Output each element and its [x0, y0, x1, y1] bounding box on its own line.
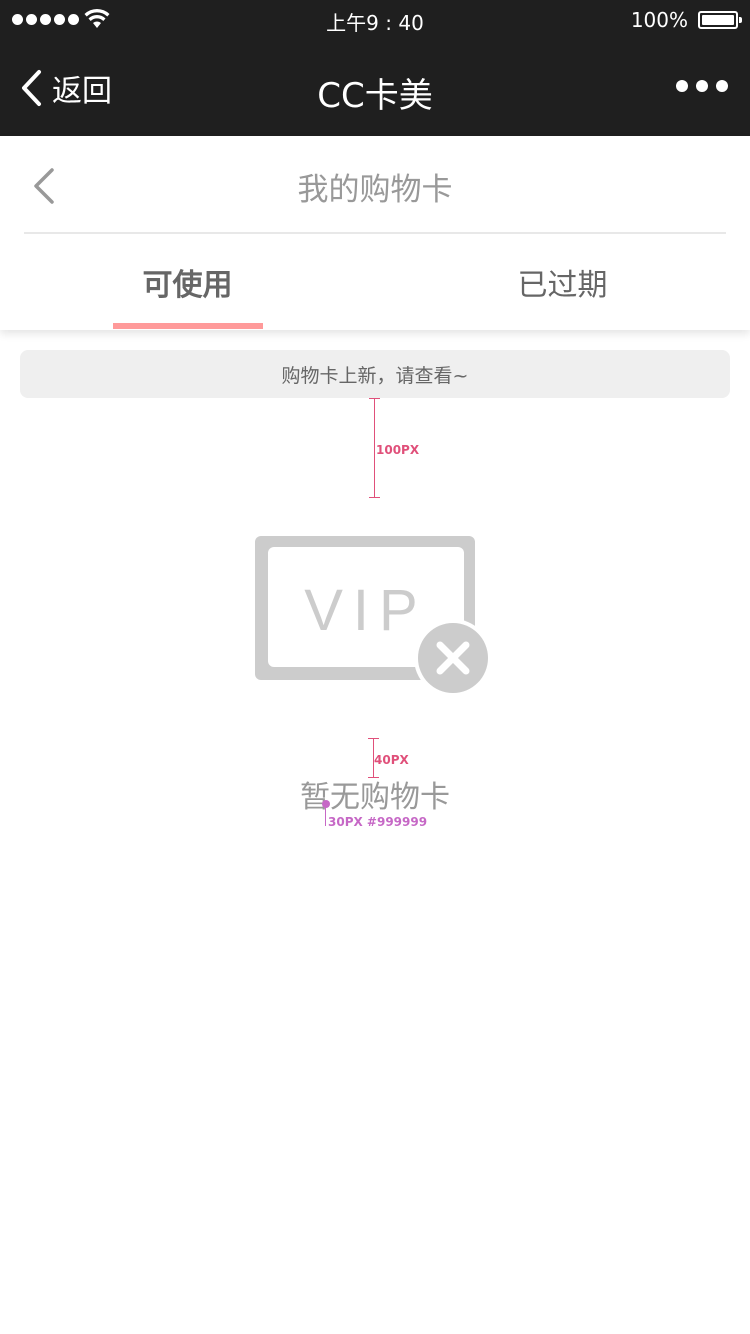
- page-header: 我的购物卡 可使用 已过期: [0, 136, 750, 330]
- status-bar: 上午9 : 40 100%: [0, 0, 750, 40]
- spacing-annotation-label: 100PX: [376, 443, 420, 457]
- notice-text: 购物卡上新，请查看~: [281, 364, 469, 387]
- spacing-annotation-line: [374, 398, 375, 498]
- app-nav-bar: 返回 CC卡美: [0, 40, 750, 136]
- battery-icon: [698, 11, 742, 29]
- tab-available[interactable]: 可使用: [0, 233, 375, 330]
- text-spec-label: 30PX #999999: [328, 815, 428, 829]
- active-tab-indicator: [113, 323, 263, 329]
- nav-back-button[interactable]: 返回: [20, 66, 112, 110]
- vip-card-empty-icon: VIP: [255, 536, 490, 695]
- vip-label: VIP: [304, 578, 428, 643]
- battery-percentage: 100%: [630, 8, 688, 32]
- tab-available-label: 可使用: [142, 267, 233, 303]
- more-options-icon[interactable]: [676, 80, 728, 92]
- spacing-annotation-cap: [369, 497, 380, 498]
- spacing-annotation-cap: [368, 738, 379, 739]
- text-spec-marker: [322, 800, 330, 808]
- tab-expired[interactable]: 已过期: [375, 233, 750, 330]
- page-title: 我的购物卡: [297, 172, 453, 208]
- notice-banner[interactable]: 购物卡上新，请查看~: [20, 350, 730, 398]
- spacing-annotation-label: 40PX: [374, 753, 409, 767]
- spacing-annotation-cap: [369, 398, 380, 399]
- chevron-left-icon: [22, 70, 41, 106]
- text-spec-line: [325, 806, 326, 826]
- tab-expired-label: 已过期: [517, 267, 608, 303]
- empty-message: 暂无购物卡: [300, 780, 450, 815]
- nav-back-label: 返回: [52, 74, 112, 109]
- nav-title: CC卡美: [317, 76, 433, 116]
